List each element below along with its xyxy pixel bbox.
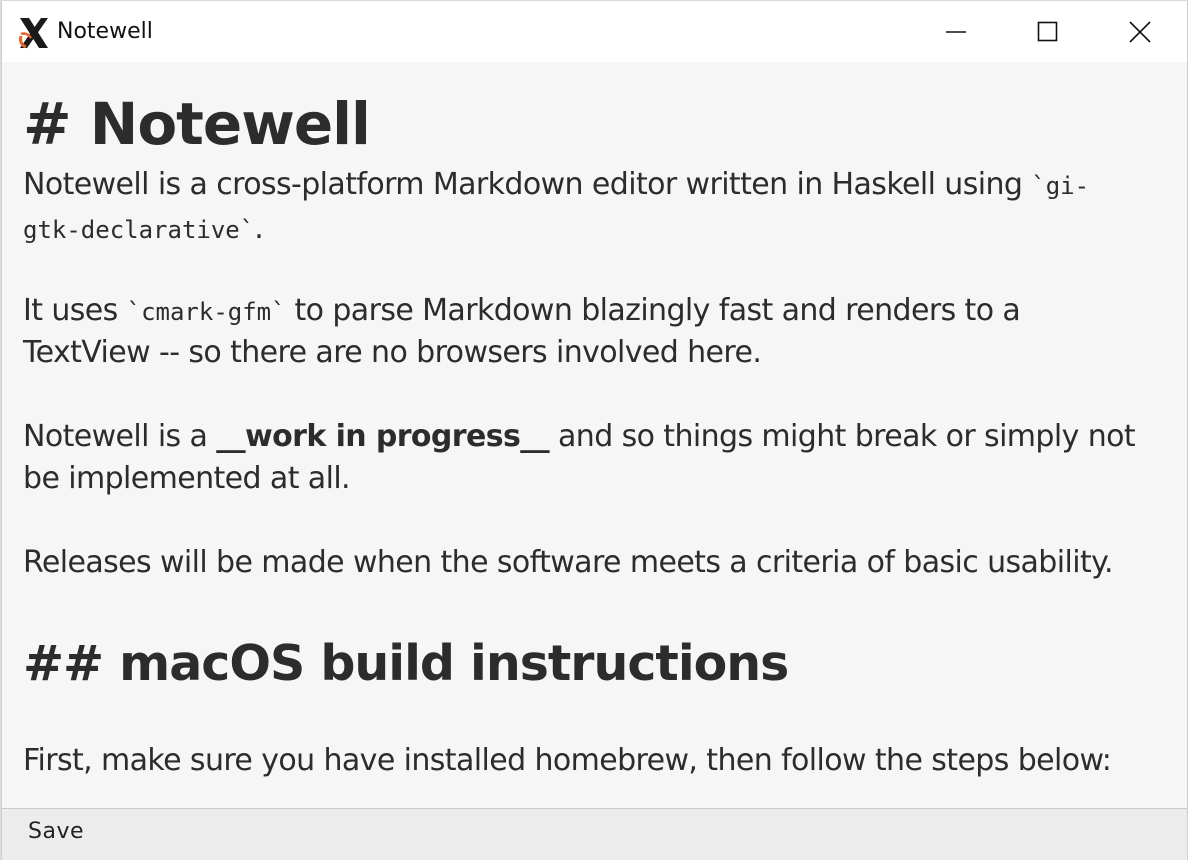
paragraph-5: First, make sure you have installed home… xyxy=(23,743,1112,778)
paragraph-2-line-1: It uses `cmark-gfm` to parse Markdown bl… xyxy=(23,293,1021,328)
heading-2: ## macOS build instructions xyxy=(23,635,789,692)
inline-code: `cmark-gfm` xyxy=(126,298,286,326)
close-icon xyxy=(1129,20,1151,43)
paragraph-1-line-2: gtk-declarative`. xyxy=(23,211,264,246)
paragraph-3-line-2: be implemented at all. xyxy=(23,461,351,496)
text-run: It uses xyxy=(23,293,127,328)
status-bar: Save xyxy=(2,808,1187,860)
text-run: Notewell is a xyxy=(23,419,217,454)
inline-code: gtk-declarative` xyxy=(23,216,255,244)
title-bar[interactable]: Notewell xyxy=(2,1,1187,62)
bold-text: __work in progress__ xyxy=(216,419,550,454)
markdown-editor[interactable]: # Notewell Notewell is a cross-platform … xyxy=(2,62,1187,808)
text-run: to parse Markdown blazingly fast and ren… xyxy=(285,293,1021,328)
text-run: Notewell is a cross-platform Markdown ed… xyxy=(23,167,1032,202)
text-run: and so things might break or simply not xyxy=(549,419,1136,454)
paragraph-1-line-1: Notewell is a cross-platform Markdown ed… xyxy=(23,167,1089,202)
paragraph-3-line-1: Notewell is a __work in progress__ and s… xyxy=(23,419,1136,454)
text-run: . xyxy=(254,211,264,246)
minimize-icon xyxy=(946,30,966,33)
maximize-button[interactable] xyxy=(1002,1,1094,62)
save-button[interactable]: Save xyxy=(28,819,84,844)
paragraph-2-line-2: TextView -- so there are no browsers inv… xyxy=(23,335,762,370)
inline-code: `gi- xyxy=(1031,172,1090,200)
paragraph-4: Releases will be made when the software … xyxy=(23,545,1114,580)
x-logo-icon xyxy=(19,18,48,49)
app-window: Notewell # Notewell Notewell is a cross-… xyxy=(1,1,1188,860)
heading-1: # Notewell xyxy=(23,90,371,158)
maximize-icon xyxy=(1037,21,1058,41)
close-button[interactable] xyxy=(1094,1,1186,62)
window-title: Notewell xyxy=(57,19,153,44)
minimize-button[interactable] xyxy=(910,1,1002,62)
